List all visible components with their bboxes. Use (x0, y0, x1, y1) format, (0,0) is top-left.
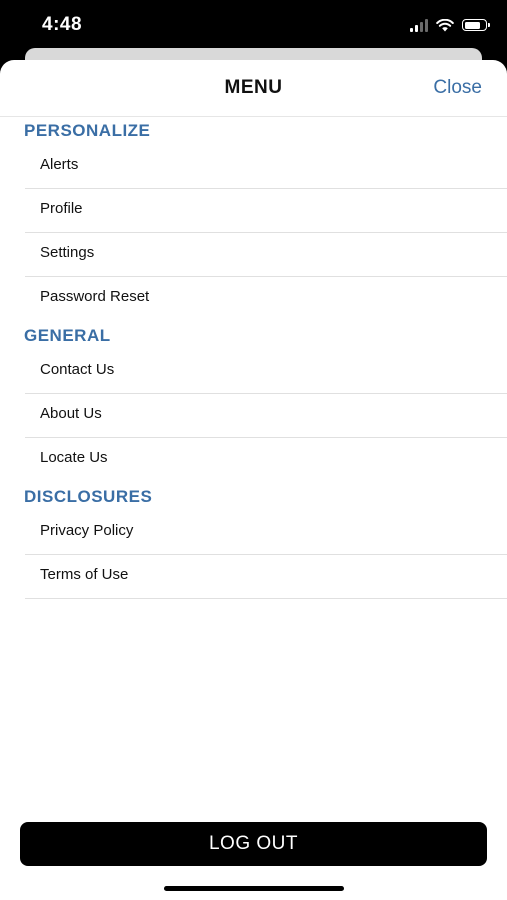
section-title-personalize: PERSONALIZE (24, 121, 151, 140)
menu-item-label: Contact Us (40, 361, 115, 378)
menu-item-label: About Us (40, 405, 102, 422)
battery-icon (462, 19, 490, 31)
menu-item-about-us[interactable]: About Us (25, 394, 507, 438)
menu-item-privacy-policy[interactable]: Privacy Policy (25, 511, 507, 555)
status-time: 4:48 (42, 14, 83, 35)
menu-item-settings[interactable]: Settings (25, 233, 507, 277)
logout-button[interactable]: LOG OUT (20, 822, 487, 866)
menu-item-label: Locate Us (40, 449, 108, 466)
menu-sheet: MENU Close PERSONALIZE Alerts Profile Se… (0, 60, 507, 900)
menu-item-label: Settings (40, 244, 95, 261)
menu-item-label: Profile (40, 200, 83, 217)
menu-item-password-reset[interactable]: Password Reset (25, 277, 507, 320)
menu-item-label: Alerts (40, 156, 79, 173)
menu-item-contact-us[interactable]: Contact Us (25, 350, 507, 394)
menu-item-locate-us[interactable]: Locate Us (25, 438, 507, 481)
menu-item-label: Password Reset (40, 288, 150, 305)
status-icons (410, 17, 490, 33)
signal-icon (410, 18, 428, 32)
menu-title: MENU (224, 77, 283, 98)
menu-item-label: Privacy Policy (40, 522, 134, 539)
section-title-general: GENERAL (24, 326, 111, 345)
status-bar: 4:48 (0, 0, 507, 52)
home-indicator[interactable] (164, 886, 344, 891)
menu-item-terms-of-use[interactable]: Terms of Use (25, 555, 507, 599)
menu-item-label: Terms of Use (40, 566, 129, 583)
menu-item-alerts[interactable]: Alerts (25, 145, 507, 189)
menu-header: MENU Close (0, 60, 507, 117)
close-button[interactable]: Close (433, 77, 482, 99)
wifi-icon (436, 18, 454, 31)
section-title-disclosures: DISCLOSURES (24, 487, 153, 506)
phone-screen: 4:48 MENU Close PERSONALIZE Alerts Profi… (0, 0, 507, 900)
menu-item-profile[interactable]: Profile (25, 189, 507, 233)
